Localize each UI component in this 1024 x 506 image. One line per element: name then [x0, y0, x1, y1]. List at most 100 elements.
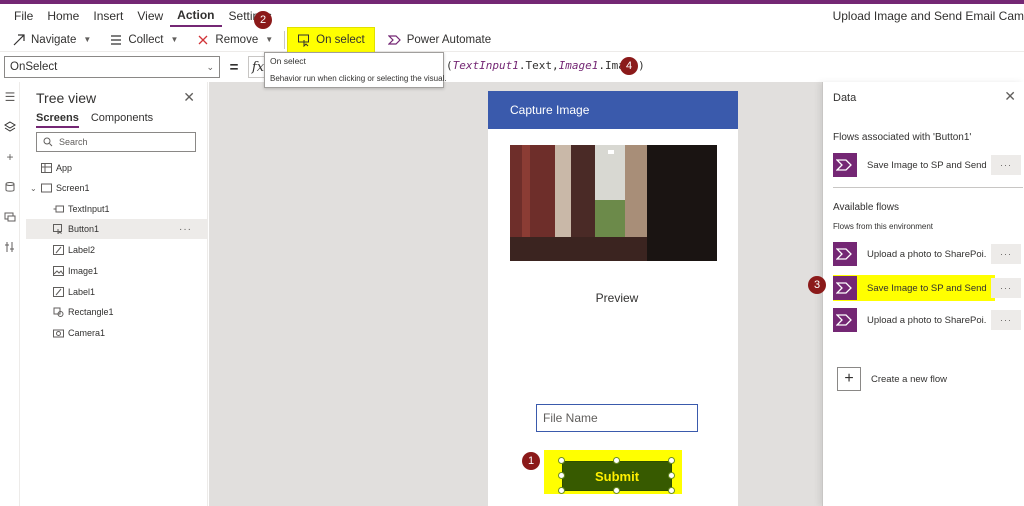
- navigate-button[interactable]: Navigate ▼: [0, 28, 100, 52]
- preview-label: Preview: [595, 291, 639, 305]
- formula-input[interactable]: (TextInput1.Text,Image1.Image): [446, 59, 645, 72]
- button-icon: [52, 224, 64, 235]
- captured-image[interactable]: [510, 145, 717, 261]
- app-title: Upload Image and Send Email Cam: [832, 9, 1024, 23]
- menu-home[interactable]: Home: [40, 4, 86, 28]
- resize-handle[interactable]: [668, 472, 675, 479]
- flow-icon: [833, 153, 857, 177]
- tab-screens[interactable]: Screens: [36, 112, 79, 128]
- app-screen-preview: Capture Image Preview File Name Submit: [488, 91, 738, 506]
- associated-flow-item[interactable]: Save Image to SP and Send... ···: [833, 152, 1021, 178]
- equals-sign: =: [229, 58, 239, 76]
- available-flows-subtitle: Flows from this environment: [833, 222, 934, 231]
- more-options-icon[interactable]: ···: [991, 244, 1021, 264]
- step-badge-1: 1: [522, 452, 540, 470]
- app-icon: [40, 163, 52, 174]
- remove-label: Remove: [215, 33, 259, 46]
- collect-button[interactable]: Collect ▼: [100, 28, 187, 52]
- menu-action[interactable]: Action: [170, 5, 222, 27]
- available-flow-item[interactable]: Upload a photo to SharePoi... ···: [833, 307, 1021, 333]
- chevron-down-icon[interactable]: ⌄: [30, 184, 40, 193]
- tab-components[interactable]: Components: [91, 112, 153, 128]
- property-value: OnSelect: [10, 61, 58, 73]
- remove-button[interactable]: Remove ▼: [187, 28, 282, 52]
- flow-name: Upload a photo to SharePoi...: [867, 314, 987, 326]
- resize-handle[interactable]: [613, 487, 620, 494]
- tree-item-label: Camera1: [68, 328, 106, 338]
- flow-icon: [833, 276, 857, 300]
- close-icon[interactable]: ✕: [1004, 88, 1016, 105]
- file-name-placeholder: File Name: [543, 411, 598, 425]
- flow-icon: [833, 308, 857, 332]
- label-icon: [52, 287, 64, 298]
- layers-icon[interactable]: [0, 112, 20, 142]
- label-icon: [52, 245, 64, 256]
- flow-name: Upload a photo to SharePoi...: [867, 248, 987, 260]
- chevron-down-icon: ▼: [170, 35, 179, 44]
- tools-icon[interactable]: [0, 232, 20, 262]
- tree-item-screen1[interactable]: ⌄ Screen1: [26, 178, 208, 198]
- formula-var-image: Image1: [558, 59, 599, 72]
- file-name-input[interactable]: File Name: [536, 404, 698, 432]
- chevron-down-icon: ▼: [83, 35, 92, 44]
- tree-item-rectangle1[interactable]: Rectangle1: [26, 302, 208, 322]
- search-icon: [43, 137, 53, 147]
- more-options-icon[interactable]: ···: [991, 155, 1021, 175]
- more-options-icon[interactable]: ···: [991, 310, 1021, 330]
- tree-item-button1[interactable]: Button1 ···: [26, 219, 208, 239]
- resize-handle[interactable]: [668, 487, 675, 494]
- database-icon[interactable]: [0, 172, 20, 202]
- more-options-icon[interactable]: ···: [991, 278, 1021, 298]
- text-input-icon: [52, 204, 64, 215]
- media-icon[interactable]: [0, 202, 20, 232]
- tree-item-image1[interactable]: Image1: [26, 261, 208, 281]
- menu-file[interactable]: File: [0, 4, 40, 28]
- search-placeholder: Search: [59, 137, 88, 147]
- data-panel: Data ✕ Flows associated with 'Button1' S…: [822, 82, 1024, 506]
- power-automate-button[interactable]: Power Automate: [379, 28, 500, 52]
- formula-var-textinput: TextInput1: [452, 59, 519, 72]
- step-badge-3: 3: [808, 276, 826, 294]
- image-icon: [52, 266, 64, 277]
- screen-header: Capture Image: [488, 91, 738, 129]
- tree-item-label2[interactable]: Label2: [26, 240, 208, 260]
- tree-view-title: Tree view: [36, 90, 97, 106]
- menu-view[interactable]: View: [130, 4, 170, 28]
- resize-handle[interactable]: [558, 472, 565, 479]
- resize-handle[interactable]: [613, 457, 620, 464]
- step-badge-4: 4: [620, 57, 638, 75]
- step-badge-2: 2: [254, 11, 272, 29]
- action-toolbar: Navigate ▼ Collect ▼ Remove ▼ On select …: [0, 26, 1024, 53]
- hamburger-icon[interactable]: ☰: [0, 82, 20, 112]
- close-icon[interactable]: ✕: [183, 89, 195, 106]
- resize-handle[interactable]: [668, 457, 675, 464]
- tree-item-app[interactable]: App: [26, 158, 208, 178]
- resize-handle[interactable]: [558, 487, 565, 494]
- property-dropdown[interactable]: OnSelect ⌄: [4, 56, 220, 78]
- tree-item-label1[interactable]: Label1: [26, 282, 208, 302]
- toolbar-divider: [284, 30, 286, 49]
- available-flow-item[interactable]: Upload a photo to SharePoi... ···: [833, 241, 1021, 267]
- tree-item-textinput1[interactable]: TextInput1: [26, 199, 208, 219]
- resize-handle[interactable]: [558, 457, 565, 464]
- more-options-icon[interactable]: ···: [179, 224, 192, 235]
- menu-insert[interactable]: Insert: [86, 4, 130, 28]
- tree-item-label: Label2: [68, 245, 96, 255]
- plus-icon[interactable]: +: [0, 142, 20, 172]
- tree-item-label: Button1: [68, 224, 100, 234]
- available-flow-item-highlighted[interactable]: Save Image to SP and Send...: [833, 275, 995, 301]
- camera-icon: [52, 328, 64, 339]
- tree-item-label: Label1: [68, 287, 96, 297]
- on-select-button[interactable]: On select: [287, 26, 375, 53]
- create-new-flow-button[interactable]: + Create a new flow: [837, 367, 947, 391]
- available-flows-heading: Available flows: [833, 202, 899, 213]
- screen-header-title: Capture Image: [510, 103, 590, 117]
- captured-photo-graphic: [510, 145, 717, 261]
- tree-search-input[interactable]: Search: [36, 132, 196, 152]
- tooltip-title: On select: [270, 56, 306, 66]
- plus-icon: +: [837, 367, 861, 391]
- power-automate-icon: [387, 34, 401, 45]
- tree-item-camera1[interactable]: Camera1: [26, 323, 208, 343]
- remove-icon: [198, 35, 208, 44]
- on-select-icon: [298, 34, 310, 47]
